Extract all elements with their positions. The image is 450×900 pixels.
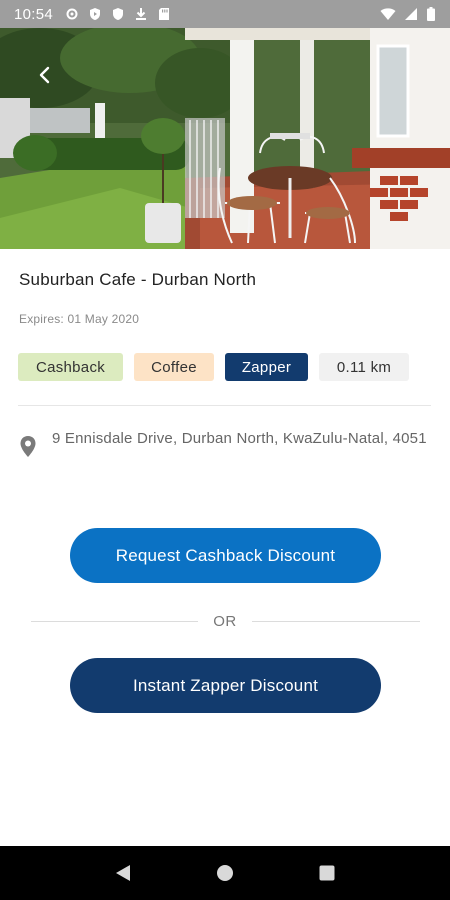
battery-icon — [427, 7, 435, 21]
nav-recents-button[interactable] — [315, 861, 339, 885]
chevron-left-icon — [39, 66, 50, 84]
tag-coffee: Coffee — [134, 353, 214, 381]
section-divider — [18, 405, 431, 406]
tag-chips: Cashback Coffee Zapper 0.11 km — [18, 353, 409, 381]
instant-zapper-button[interactable]: Instant Zapper Discount — [70, 658, 381, 713]
back-triangle-icon — [116, 865, 130, 881]
address-text: 9 Ennisdale Drive, Durban North, KwaZulu… — [52, 430, 427, 447]
play-protect-icon — [90, 8, 101, 20]
shield-icon — [113, 8, 124, 20]
recents-square-icon — [319, 865, 335, 881]
status-bar: 10:54 — [0, 0, 450, 28]
or-label: OR — [213, 613, 237, 630]
or-line-left — [31, 621, 198, 622]
listing-title: Suburban Cafe - Durban North — [19, 270, 257, 289]
cafe-patio-illustration — [0, 28, 450, 249]
settings-icon — [66, 8, 78, 20]
request-cashback-button[interactable]: Request Cashback Discount — [70, 528, 381, 583]
cafe-hero-image — [0, 28, 450, 249]
or-line-right — [252, 621, 420, 622]
tag-cashback: Cashback — [18, 353, 123, 381]
wifi-icon — [380, 8, 396, 20]
nav-back-button[interactable] — [111, 861, 135, 885]
cell-signal-icon — [405, 8, 417, 20]
system-nav-bar — [0, 846, 450, 900]
or-separator: OR — [31, 612, 420, 632]
back-button[interactable] — [28, 58, 62, 92]
address-row: 9 Ennisdale Drive, Durban North, KwaZulu… — [18, 427, 428, 459]
expiry-date: Expires: 01 May 2020 — [19, 312, 140, 326]
sd-card-icon — [159, 8, 170, 20]
status-time: 10:54 — [14, 5, 54, 23]
download-icon — [136, 8, 147, 20]
distance-badge: 0.11 km — [319, 353, 409, 381]
tag-zapper: Zapper — [225, 353, 308, 381]
location-pin-icon — [20, 436, 36, 457]
home-circle-icon — [217, 865, 233, 881]
nav-home-button[interactable] — [213, 861, 237, 885]
